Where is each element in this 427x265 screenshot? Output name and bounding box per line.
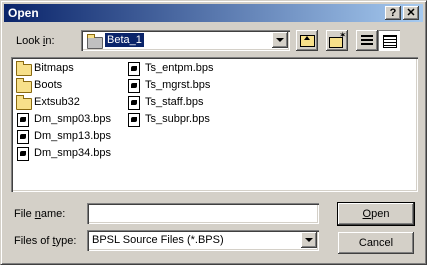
look-in-dropdown-arrow[interactable] xyxy=(272,32,288,48)
list-view-icon xyxy=(361,35,373,45)
folder-icon xyxy=(16,61,32,76)
files-of-type-value: BPSL Source Files (*.BPS) xyxy=(92,234,224,246)
up-one-level-button[interactable] xyxy=(296,30,318,51)
details-view-button[interactable] xyxy=(378,30,400,51)
up-folder-icon xyxy=(300,35,315,47)
file-name-input[interactable] xyxy=(87,203,319,224)
list-item[interactable]: Extsub32 xyxy=(14,94,114,110)
list-item[interactable]: Dm_smp13.bps xyxy=(14,128,114,144)
bps-file-icon xyxy=(128,96,140,110)
folder-icon xyxy=(16,95,32,110)
list-item[interactable]: Boots xyxy=(14,77,114,93)
details-view-icon xyxy=(383,35,397,48)
cancel-button[interactable]: Cancel xyxy=(338,232,414,254)
bps-file-icon xyxy=(128,113,140,127)
file-list[interactable]: Bitmaps Boots Extsub32 Dm_smp03.bps Dm_s… xyxy=(11,57,418,192)
bps-file-icon xyxy=(128,62,140,76)
bps-file-icon xyxy=(17,130,29,144)
file-name-label: File name: xyxy=(14,208,66,220)
bps-file-icon xyxy=(17,113,29,127)
look-in-combo[interactable]: Beta_1 xyxy=(81,30,290,51)
window-title: Open xyxy=(8,6,39,20)
folder-icon xyxy=(87,34,103,49)
look-in-value: Beta_1 xyxy=(105,33,144,47)
files-of-type-dropdown-arrow[interactable] xyxy=(301,232,317,248)
list-item[interactable]: Dm_smp03.bps xyxy=(14,111,114,127)
close-button[interactable]: ✕ xyxy=(403,6,419,20)
list-item[interactable]: Ts_subpr.bps xyxy=(125,111,235,127)
list-item[interactable]: Ts_staff.bps xyxy=(125,94,235,110)
new-folder-button[interactable]: ✶ xyxy=(326,30,348,51)
list-item[interactable]: Ts_entpm.bps xyxy=(125,60,235,76)
list-item[interactable]: Bitmaps xyxy=(14,60,114,76)
folder-icon xyxy=(16,78,32,93)
list-item[interactable]: Ts_mgrst.bps xyxy=(125,77,235,93)
title-bar[interactable]: Open ? ✕ xyxy=(4,4,423,22)
look-in-label: Look in: xyxy=(16,35,55,47)
files-of-type-combo[interactable]: BPSL Source Files (*.BPS) xyxy=(87,230,319,251)
help-icon: ? xyxy=(389,7,397,19)
sparkle-icon: ✶ xyxy=(339,30,347,40)
bps-file-icon xyxy=(17,147,29,161)
list-view-button[interactable] xyxy=(356,30,378,51)
open-dialog: Open ? ✕ Look in: Beta_1 ✶ Bitmaps Boots xyxy=(0,0,427,265)
list-item[interactable]: Dm_smp34.bps xyxy=(14,145,114,161)
bps-file-icon xyxy=(128,79,140,93)
open-button[interactable]: Open xyxy=(338,203,414,225)
help-button[interactable]: ? xyxy=(385,6,401,20)
close-icon: ✕ xyxy=(406,7,416,19)
files-of-type-label: Files of type: xyxy=(14,235,77,247)
